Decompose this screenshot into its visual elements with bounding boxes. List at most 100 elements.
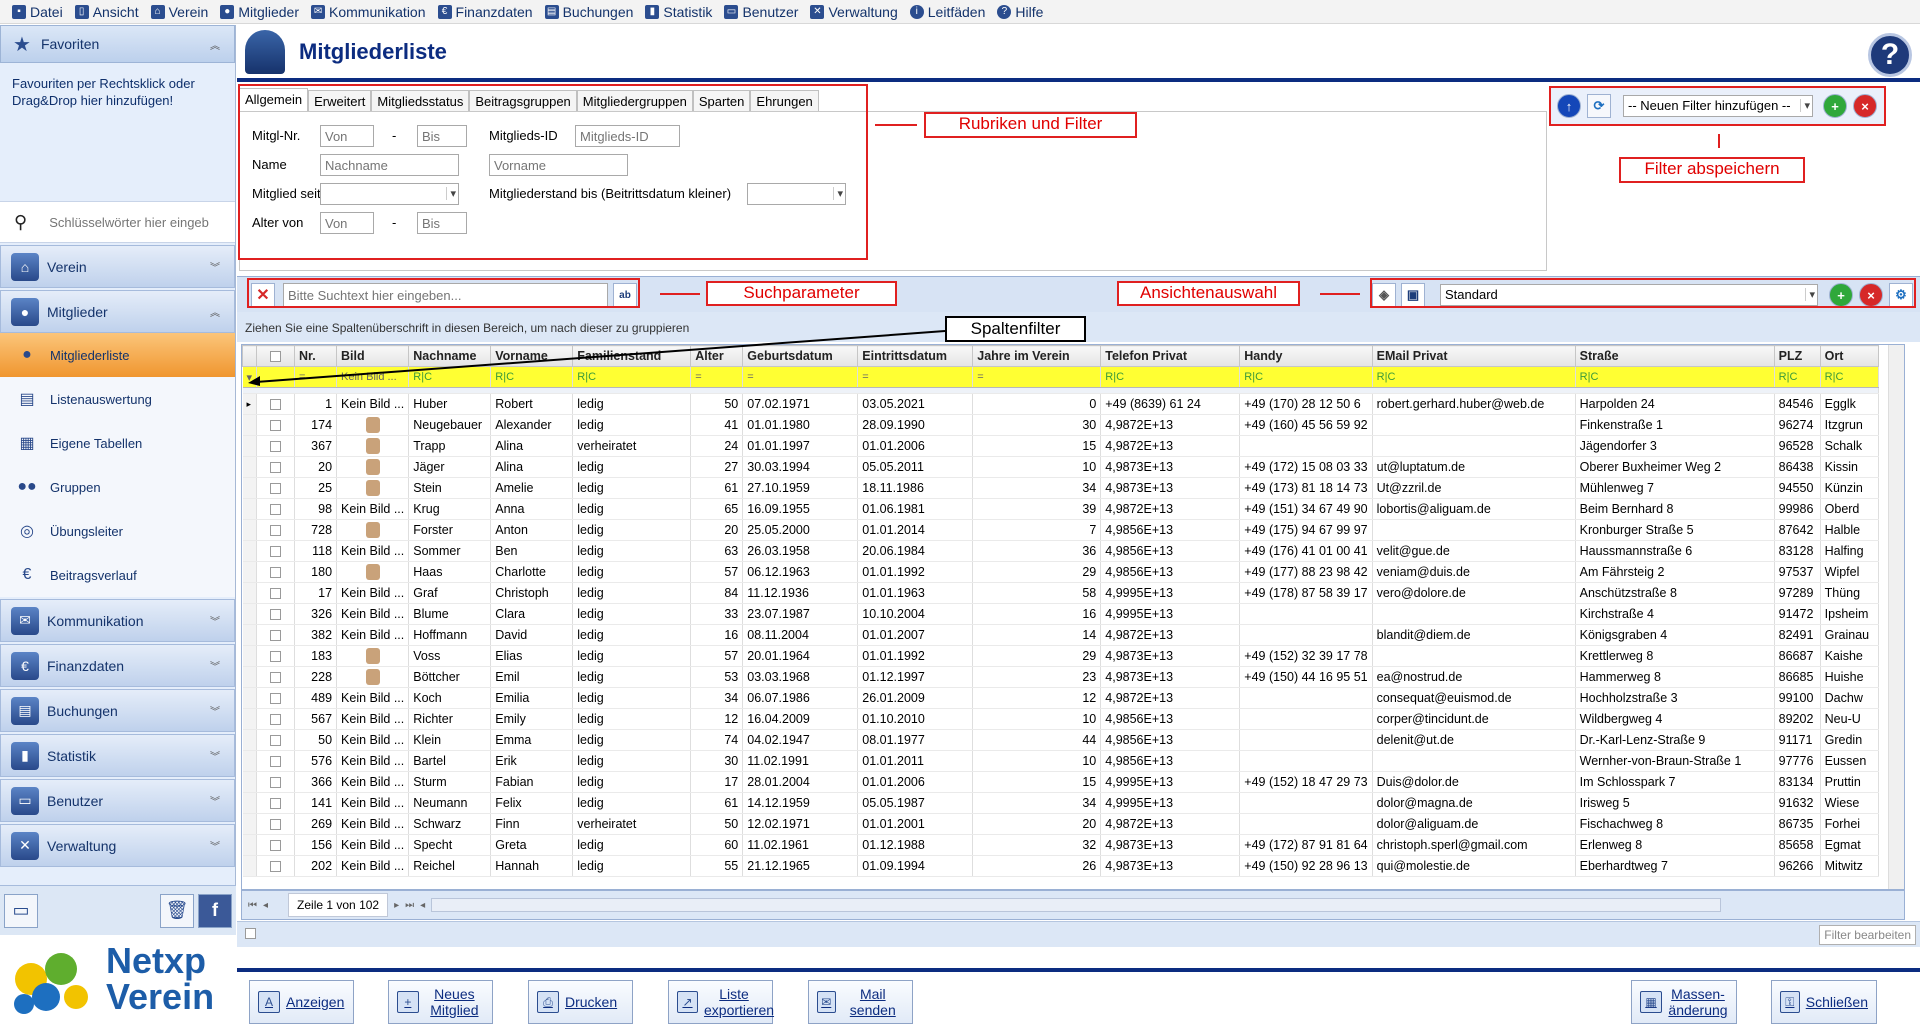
row-checkbox[interactable]	[270, 609, 282, 621]
table-row[interactable]: 174 Neugebauer Alexander ledig 41 01.01.1980 2…	[242, 414, 1879, 436]
sidebar-item-mitgliederliste[interactable]: ● Mitgliederliste	[0, 333, 235, 377]
column-filter-cell[interactable]: =	[972, 366, 1102, 388]
facebook-button[interactable]: f	[198, 893, 232, 928]
row-checkbox[interactable]	[270, 525, 282, 537]
menu-hilfe[interactable]: ? Hilfe	[991, 1, 1049, 23]
sidebar-section-mitglieder[interactable]: ● Mitglieder ︽	[0, 290, 235, 333]
table-row[interactable]: 728 Forster Anton ledig 20 25.05.2000 01.01.20…	[242, 519, 1879, 541]
row-checkbox[interactable]	[270, 714, 282, 726]
tab-mitgliedergruppen[interactable]: Mitgliedergruppen	[576, 90, 693, 112]
refresh-filter-button[interactable]: ⟳	[1587, 94, 1611, 118]
table-row[interactable]: 576 Kein Bild ... Bartel Erik ledig 30 11.02.1…	[242, 750, 1879, 772]
row-checkbox[interactable]	[270, 420, 282, 432]
tab-erweitert[interactable]: Erweitert	[308, 90, 372, 112]
send-mail-button[interactable]: ✉ Mail senden	[808, 980, 913, 1024]
alter-to-input[interactable]	[417, 212, 467, 234]
menu-kommunikation[interactable]: ✉ Kommunikation	[305, 1, 432, 23]
add-filter-button[interactable]: +	[1823, 94, 1847, 118]
monitor-button[interactable]: ▭	[4, 893, 38, 928]
sidebar-item-listenauswertung[interactable]: ▤ Listenauswertung	[0, 377, 235, 421]
vorname-input[interactable]	[489, 154, 628, 176]
row-checkbox[interactable]	[270, 861, 282, 873]
tab-ehrungen[interactable]: Ehrungen	[750, 90, 819, 112]
help-button[interactable]: ?	[1868, 33, 1912, 77]
row-checkbox[interactable]	[270, 567, 282, 579]
row-checkbox[interactable]	[270, 588, 282, 600]
row-checkbox[interactable]	[270, 693, 282, 705]
sidebar-section-statistik[interactable]: ▮ Statistik ︾	[0, 734, 235, 777]
column-header[interactable]: Ort	[1819, 345, 1879, 367]
menu-statistik[interactable]: ▮ Statistik	[639, 1, 718, 23]
table-row[interactable]: 25 Stein Amelie ledig 61 27.10.1959 18.11.1986…	[242, 477, 1879, 499]
column-header[interactable]: Straße	[1574, 345, 1775, 367]
close-button[interactable]: ⚿ Schließen	[1771, 980, 1877, 1024]
table-row[interactable]: 141 Kein Bild ... Neumann Felix ledig 61 14.12…	[242, 792, 1879, 814]
filter-enabled-checkbox[interactable]	[245, 928, 256, 939]
search-options-button[interactable]: ab	[613, 283, 637, 307]
row-checkbox[interactable]	[270, 399, 282, 411]
column-filter-cell[interactable]: R|C	[1372, 366, 1576, 388]
sidebar-item-uebungsleiter[interactable]: ◎ Übungsleiter	[0, 509, 235, 553]
sidebar-item-eigene-tabellen[interactable]: ▦ Eigene Tabellen	[0, 421, 235, 465]
menu-verwaltung[interactable]: ✕ Verwaltung	[804, 1, 903, 23]
mitglnr-from-input[interactable]	[320, 125, 374, 147]
table-row[interactable]: 202 Kein Bild ... Reichel Hannah ledig 55 21.1…	[242, 855, 1879, 877]
delete-filter-button[interactable]: ×	[1853, 94, 1877, 118]
menu-datei[interactable]: ▪ Datei	[6, 1, 69, 23]
table-row[interactable]: 366 Kein Bild ... Sturm Fabian ledig 17 28.01.…	[242, 771, 1879, 793]
table-row[interactable]: 118 Kein Bild ... Sommer Ben ledig 63 26.03.19…	[242, 540, 1879, 562]
column-header[interactable]: EMail Privat	[1371, 345, 1576, 367]
row-checkbox[interactable]	[270, 819, 282, 831]
table-row[interactable]: 367 Trapp Alina verheiratet 24 01.01.1997 01.0…	[242, 435, 1879, 457]
row-checkbox[interactable]	[270, 777, 282, 789]
menu-verein[interactable]: ⌂ Verein	[145, 1, 215, 23]
nachname-input[interactable]	[320, 154, 459, 176]
row-checkbox[interactable]	[270, 735, 282, 747]
mitgliedsid-input[interactable]	[575, 125, 680, 147]
nav-next-icon[interactable]: ▸	[394, 900, 399, 911]
column-filter-cell[interactable]: R|C	[1575, 366, 1775, 388]
search-input[interactable]	[283, 283, 608, 307]
print-button[interactable]: ⎙ Drucken	[528, 980, 633, 1024]
tab-beitragsgruppen[interactable]: Beitragsgruppen	[469, 90, 577, 112]
menu-leitfaeden[interactable]: i Leitfäden	[904, 1, 992, 23]
table-row[interactable]: 269 Kein Bild ... Schwarz Finn verheiratet 50…	[242, 813, 1879, 835]
table-row[interactable]: 50 Kein Bild ... Klein Emma ledig 74 04.02.194…	[242, 729, 1879, 751]
row-checkbox[interactable]	[270, 441, 282, 453]
table-row[interactable]: 382 Kein Bild ... Hoffmann David ledig 16 08.1…	[242, 624, 1879, 646]
table-row[interactable]: 489 Kein Bild ... Koch Emilia ledig 34 06.07.1…	[242, 687, 1879, 709]
vertical-scrollbar[interactable]	[1888, 345, 1904, 889]
export-list-button[interactable]: ↗ Liste exportieren	[668, 980, 774, 1024]
view-save-button[interactable]: ▣	[1401, 283, 1425, 307]
table-row[interactable]: 98 Kein Bild ... Krug Anna ledig 65 16.09.1955…	[242, 498, 1879, 520]
column-header[interactable]: PLZ	[1773, 345, 1821, 367]
seit-dropdown[interactable]	[320, 183, 459, 205]
keyword-search-input[interactable]	[49, 214, 230, 230]
column-filter-cell[interactable]: R|C	[1239, 366, 1373, 388]
filter-select[interactable]: -- Neuen Filter hinzufügen --	[1623, 95, 1813, 117]
menu-mitglieder[interactable]: ● Mitglieder	[214, 1, 305, 23]
sidebar-item-beitragsverlauf[interactable]: € Beitragsverlauf	[0, 553, 235, 597]
row-checkbox[interactable]	[270, 630, 282, 642]
menu-ansicht[interactable]: ▯ Ansicht	[69, 1, 145, 23]
row-checkbox[interactable]	[270, 672, 282, 684]
nav-prev-icon[interactable]: ◂	[263, 900, 268, 911]
clear-search-button[interactable]: ✕	[251, 283, 275, 307]
column-header[interactable]: Handy	[1239, 345, 1373, 367]
mitglnr-to-input[interactable]	[417, 125, 467, 147]
column-header[interactable]: Jahre im Verein	[972, 345, 1102, 367]
row-checkbox[interactable]	[270, 840, 282, 852]
sidebar-section-verein[interactable]: ⌂ Verein ︾	[0, 245, 235, 288]
table-row[interactable]: 326 Kein Bild ... Blume Clara ledig 33 23.07.1…	[242, 603, 1879, 625]
table-row[interactable]: 567 Kein Bild ... Richter Emily ledig 12 16.04…	[242, 708, 1879, 730]
sidebar-item-gruppen[interactable]: ●● Gruppen	[0, 465, 235, 509]
anzeigen-button[interactable]: A Anzeigen	[249, 980, 354, 1024]
tab-allgemein[interactable]: Allgemein	[239, 88, 309, 112]
delete-view-button[interactable]: ×	[1859, 283, 1883, 307]
sidebar-section-finanzdaten[interactable]: € Finanzdaten ︾	[0, 644, 235, 687]
nav-last-icon[interactable]: ⏭	[405, 900, 414, 911]
tab-mitgliedsstatus[interactable]: Mitgliedsstatus	[371, 90, 470, 112]
row-checkbox[interactable]	[270, 483, 282, 495]
view-layers-button[interactable]: ◈	[1372, 283, 1396, 307]
column-filter-cell[interactable]: R|C	[1774, 366, 1821, 388]
